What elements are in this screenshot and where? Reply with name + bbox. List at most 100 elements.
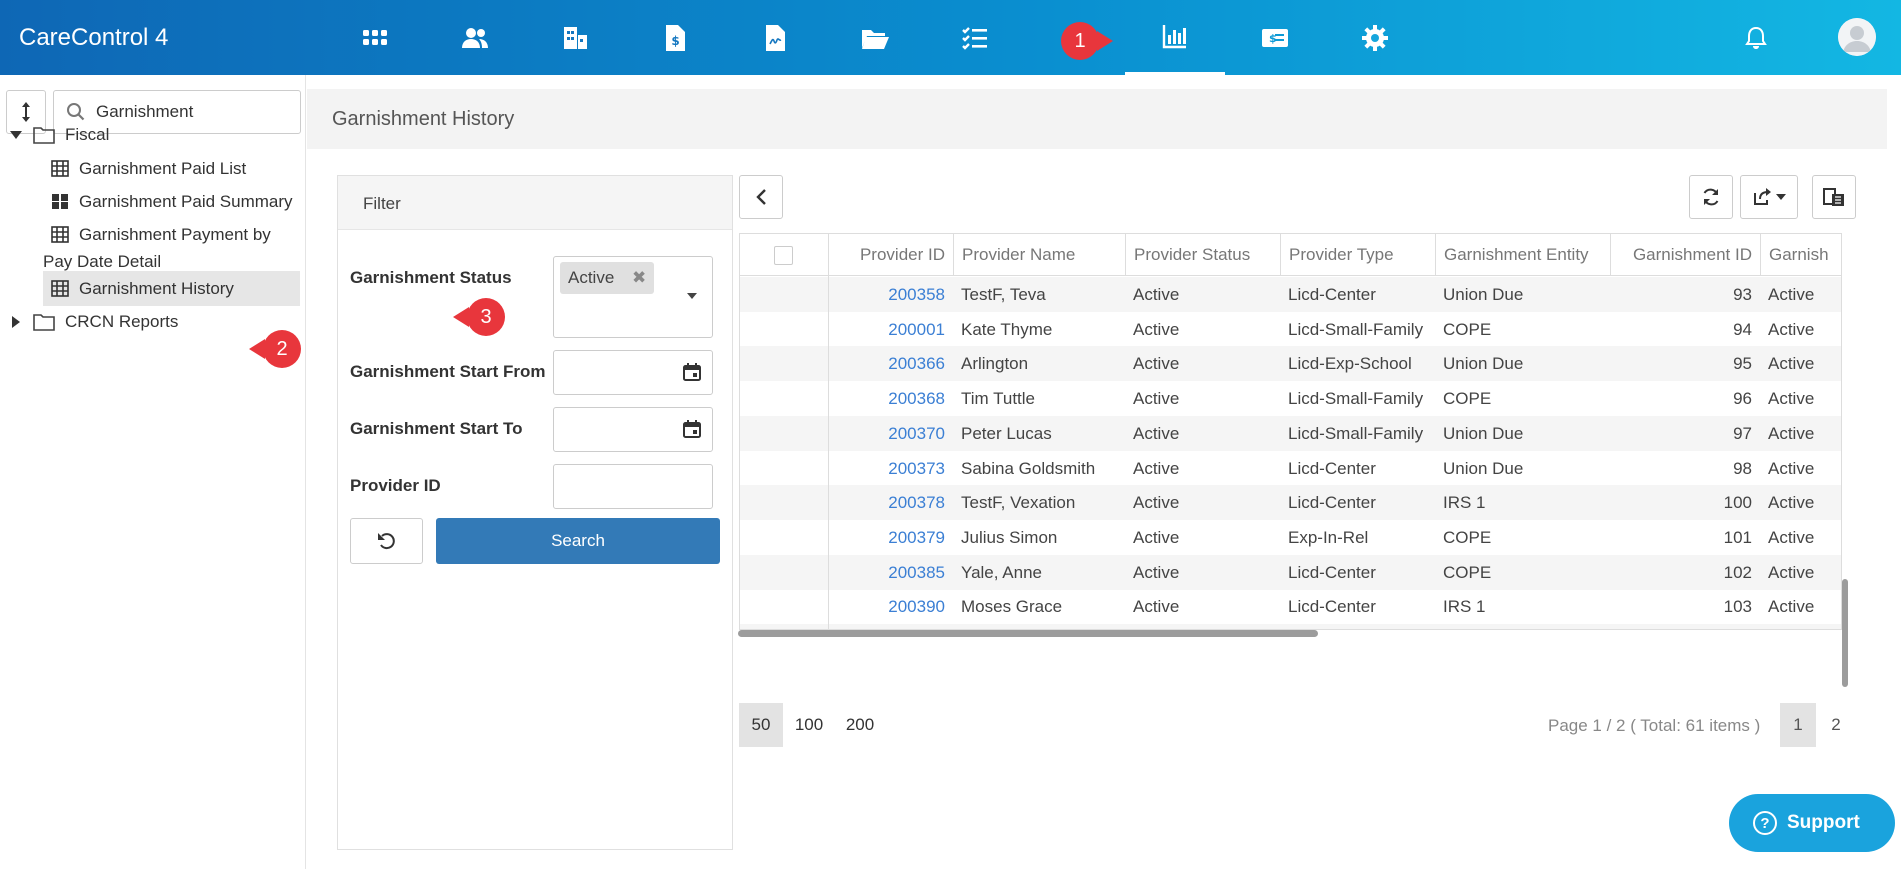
table-row[interactable]: 200390 Moses Grace Active Licd-Center IRS 1 1… [740, 589, 1841, 624]
cell-provider-id[interactable]: 200385 [828, 555, 953, 590]
table-row[interactable]: 200385 Yale, Anne Active Licd-Center COPE 102… [740, 554, 1841, 590]
select-all-checkbox[interactable] [774, 246, 793, 265]
table-row[interactable]: 200001 Kate Thyme Active Licd-Small-Family C… [740, 312, 1841, 347]
export-icon [1754, 188, 1771, 205]
cell-provider-id[interactable]: 200373 [828, 451, 953, 486]
column-divider [828, 276, 829, 629]
table-row[interactable]: 200378 TestF, Vexation Active Licd-Center IR… [740, 485, 1841, 521]
cell-garnishment-entity: Union Due [1443, 285, 1524, 304]
calendar-icon[interactable] [682, 362, 702, 382]
page-button-1[interactable]: 1 [1780, 703, 1816, 747]
column-header-provider-type[interactable]: Provider Type [1280, 234, 1435, 276]
page-size-200[interactable]: 200 [838, 703, 882, 747]
column-header-provider-id[interactable]: Provider ID [828, 234, 953, 276]
cell-provider-id[interactable]: 200378 [828, 485, 953, 520]
cell-garnishment-id: 94 [1733, 319, 1752, 339]
column-header-garnishment-status[interactable]: Garnish [1760, 234, 1841, 276]
buildings-icon[interactable] [525, 0, 625, 75]
tree-folder-crcn-reports[interactable]: CRCN Reports [9, 312, 178, 332]
cell-provider-id[interactable]: 200358 [828, 277, 953, 312]
cell-garnishment-status: Active [1768, 597, 1815, 617]
table-row[interactable]: 200366 Arlington Active Licd-Exp-School Unio… [740, 346, 1841, 382]
cell-provider-type: Licd-Center [1288, 285, 1376, 304]
tree-item-garnishment-paid-summary[interactable]: Garnishment Paid Summary [43, 188, 298, 215]
search-button[interactable]: Search [436, 518, 720, 564]
cell-provider-status: Active [1133, 285, 1180, 304]
cell-provider-name: Arlington [961, 354, 1029, 374]
table-icon [51, 160, 69, 177]
cell-provider-id[interactable]: 200366 [828, 346, 953, 381]
cell-provider-id[interactable]: 200001 [828, 312, 953, 347]
page-size-50[interactable]: 50 [739, 703, 783, 747]
table-row[interactable]: 200370 Peter Lucas Active Licd-Small-Family… [740, 415, 1841, 451]
horizontal-scrollbar[interactable] [738, 630, 1318, 637]
reports-chart-icon[interactable] [1125, 0, 1225, 75]
cell-provider-type: Licd-Small-Family [1288, 389, 1424, 409]
garnishment-start-to-field[interactable] [553, 407, 713, 452]
app-title: CareControl 4 [19, 24, 169, 51]
table-icon [51, 280, 69, 297]
vertical-scrollbar[interactable] [1842, 579, 1848, 687]
column-header-provider-name[interactable]: Provider Name [953, 234, 1125, 276]
tree-item-garnishment-paid-list[interactable]: Garnishment Paid List [43, 155, 298, 182]
cell-garnishment-entity: COPE [1443, 389, 1492, 409]
users-icon[interactable] [425, 0, 525, 75]
page-size-100[interactable]: 100 [787, 703, 831, 747]
garnishment-history-table: Provider ID Provider Name Provider Statu… [739, 233, 1842, 630]
cell-provider-id[interactable]: 200390 [828, 589, 953, 624]
caret-down-icon[interactable] [9, 130, 23, 140]
support-button[interactable]: ? Support [1729, 794, 1895, 852]
cell-provider-id[interactable]: 200370 [828, 416, 953, 451]
cell-provider-status: Active [1133, 597, 1180, 617]
garnishment-status-multiselect[interactable]: Active ✖ [553, 256, 713, 338]
tree-item-garnishment-history[interactable]: Garnishment History [43, 271, 300, 306]
cell-garnishment-entity: Union Due [1443, 423, 1524, 443]
checklist-icon[interactable] [925, 0, 1025, 75]
cell-provider-status: Active [1133, 423, 1180, 443]
callout-marker-2: 2 [249, 330, 301, 368]
reset-filter-button[interactable] [350, 518, 423, 564]
table-row[interactable]: 200368 Tim Tuttle Active Licd-Small-Family C… [740, 381, 1841, 416]
column-header-garnishment-id[interactable]: Garnishment ID [1610, 234, 1760, 276]
user-avatar[interactable] [1838, 18, 1876, 56]
calendar-icon[interactable] [682, 419, 702, 439]
provider-id-input[interactable] [553, 464, 713, 509]
garnishment-start-to-label: Garnishment Start To [350, 419, 523, 438]
column-header-garnishment-entity[interactable]: Garnishment Entity [1435, 234, 1610, 276]
collapse-filter-button[interactable] [739, 175, 783, 219]
folder-open-icon[interactable] [825, 0, 925, 75]
remove-chip-icon[interactable]: ✖ [632, 262, 646, 294]
page-button-2[interactable]: 2 [1818, 703, 1854, 747]
cell-provider-status: Active [1133, 493, 1180, 513]
notifications-bell-icon[interactable] [1742, 24, 1770, 52]
refresh-button[interactable] [1689, 175, 1733, 219]
garnishment-start-from-field[interactable] [553, 350, 713, 395]
cell-garnishment-id: 100 [1723, 493, 1752, 513]
tree-folder-label: Fiscal [65, 125, 110, 144]
column-header-provider-status[interactable]: Provider Status [1125, 234, 1280, 276]
table-row[interactable]: 200358 TestF, Teva Active Licd-Center Union … [740, 277, 1841, 312]
column-chooser-button[interactable] [1812, 175, 1856, 219]
table-row[interactable]: 200373 Sabina Goldsmith Active Licd-Center U… [740, 451, 1841, 486]
settings-gear-icon[interactable] [1325, 0, 1425, 75]
support-label: Support [1787, 812, 1860, 833]
cell-garnishment-id: 102 [1723, 562, 1752, 582]
invoice-dollar-icon[interactable]: $ [625, 0, 725, 75]
folder-icon [33, 127, 55, 144]
payment-card-icon[interactable]: $ [1225, 0, 1325, 75]
signed-document-icon[interactable] [725, 0, 825, 75]
apps-grid-icon[interactable] [325, 0, 425, 75]
cell-provider-id[interactable]: 200368 [828, 381, 953, 416]
top-navigation-bar: CareControl 4 $ $ [0, 0, 1901, 75]
tree-folder-label: CRCN Reports [65, 312, 179, 331]
tree-item-garnishment-payment-by-pay-date-detail[interactable]: Garnishment Payment by Pay Date Detail [43, 221, 283, 277]
cell-garnishment-id: 97 [1733, 423, 1752, 443]
chevron-left-icon [756, 189, 766, 205]
caret-right-icon[interactable] [9, 316, 23, 328]
dropdown-arrow-icon[interactable] [687, 293, 697, 299]
export-dropdown-button[interactable] [1740, 175, 1798, 219]
tree-folder-fiscal[interactable]: Fiscal [9, 125, 109, 145]
table-row[interactable]: 200379 Julius Simon Active Exp-In-Rel COPE 10… [740, 520, 1841, 555]
tree-search-input[interactable] [96, 99, 291, 125]
cell-provider-id[interactable]: 200379 [828, 520, 953, 555]
